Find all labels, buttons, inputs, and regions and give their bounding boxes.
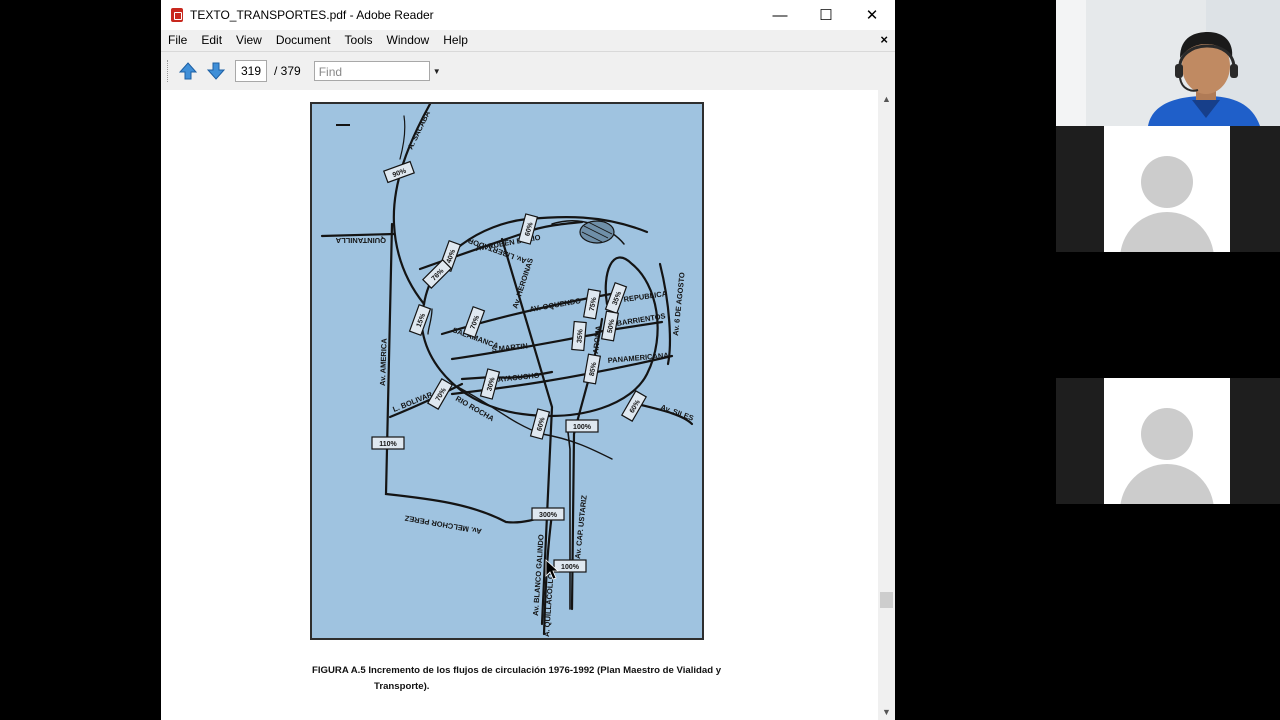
participant-tile-3[interactable] — [1056, 378, 1280, 504]
maximize-button[interactable]: ☐ — [803, 0, 849, 30]
scroll-down-icon[interactable]: ▼ — [878, 703, 895, 720]
participant-video-speaker[interactable] — [1056, 0, 1280, 126]
label-quintanilla: QUINTANILLA — [335, 236, 386, 245]
label-america: Av. AMERICA — [378, 338, 389, 387]
avatar — [1104, 378, 1230, 504]
menu-edit[interactable]: Edit — [194, 33, 229, 47]
arrow-down-icon — [206, 62, 226, 80]
video-call-panel — [1056, 0, 1280, 720]
label-siles: Av. SILES — [659, 402, 695, 422]
menu-bar: File Edit View Document Tools Window Hel… — [161, 30, 895, 50]
avatar — [1104, 126, 1230, 252]
avatar-placeholder-icon — [1141, 408, 1193, 460]
arrow-up-icon — [178, 62, 198, 80]
flow-label-19: 100% — [561, 564, 580, 571]
close-document-button[interactable]: × — [880, 32, 888, 47]
participant-tile-2[interactable] — [1056, 126, 1280, 252]
avatar-placeholder-icon — [1141, 156, 1193, 208]
toolbar-grip[interactable] — [167, 60, 171, 82]
flow-label-7: 35% — [576, 328, 584, 343]
menu-window[interactable]: Window — [380, 33, 437, 47]
minimize-button[interactable]: — — [757, 0, 803, 30]
label-oquendo: AV. OQUENDO — [529, 296, 582, 314]
title-bar: TEXTO_TRANSPORTES.pdf - Adobe Reader — ☐… — [161, 0, 895, 30]
flow-label-18: 300% — [539, 512, 558, 519]
pdf-app-icon — [171, 8, 183, 22]
speaker-video-frame — [1056, 0, 1280, 126]
scroll-up-icon[interactable]: ▲ — [878, 90, 895, 107]
close-button[interactable]: ✕ — [849, 0, 895, 30]
menu-document[interactable]: Document — [269, 33, 338, 47]
adobe-reader-window: TEXTO_TRANSPORTES.pdf - Adobe Reader — ☐… — [161, 0, 895, 720]
menu-view[interactable]: View — [229, 33, 269, 47]
previous-page-button[interactable] — [177, 60, 199, 82]
label-republica: REPUBLICA — [623, 289, 668, 304]
label-ustariz: Av. CAP. USTARIZ — [573, 494, 589, 559]
toolbar: 319 / 379 Find ▼ — [161, 51, 895, 91]
menu-help[interactable]: Help — [436, 33, 475, 47]
window-controls: — ☐ ✕ — [757, 0, 895, 30]
map-figure: A. SACABA QUINTANILLA Av. RUBEN DARIO Av… — [310, 102, 704, 640]
page-number-input[interactable]: 319 — [235, 60, 267, 82]
avatar-body-shape — [1120, 464, 1214, 504]
next-page-button[interactable] — [205, 60, 227, 82]
find-input[interactable]: Find — [313, 61, 430, 81]
page-total: / 379 — [274, 64, 301, 78]
find-dropdown-icon[interactable]: ▼ — [433, 67, 441, 76]
scroll-thumb[interactable] — [880, 592, 893, 608]
label-melchor-perez: Av. MELCHOR PEREZ — [404, 513, 483, 535]
avatar-body-shape — [1120, 212, 1214, 252]
label-6-de-agosto: Av. 6 DE AGOSTO — [671, 272, 687, 337]
road-map: A. SACABA QUINTANILLA Av. RUBEN DARIO Av… — [320, 104, 695, 637]
label-aroma: AROMA — [591, 325, 603, 355]
vertical-scrollbar[interactable]: ▲ ▼ — [878, 90, 895, 720]
menu-tools[interactable]: Tools — [338, 33, 380, 47]
label-ayacucho: AYACUCHO — [497, 371, 540, 384]
flow-label-17: 100% — [573, 424, 592, 431]
caption-line-2: Transporte). — [374, 681, 430, 692]
figure-caption: FIGURA A.5 Incremento de los flujos de c… — [312, 663, 782, 695]
menu-file[interactable]: File — [161, 33, 194, 47]
caption-line-1: FIGURA A.5 Incremento de los flujos de c… — [312, 665, 722, 676]
window-title: TEXTO_TRANSPORTES.pdf - Adobe Reader — [190, 8, 434, 22]
label-sacaba: A. SACABA — [406, 109, 433, 151]
flow-label-16: 110% — [379, 441, 397, 448]
document-viewer[interactable]: A. SACABA QUINTANILLA Av. RUBEN DARIO Av… — [161, 90, 878, 720]
